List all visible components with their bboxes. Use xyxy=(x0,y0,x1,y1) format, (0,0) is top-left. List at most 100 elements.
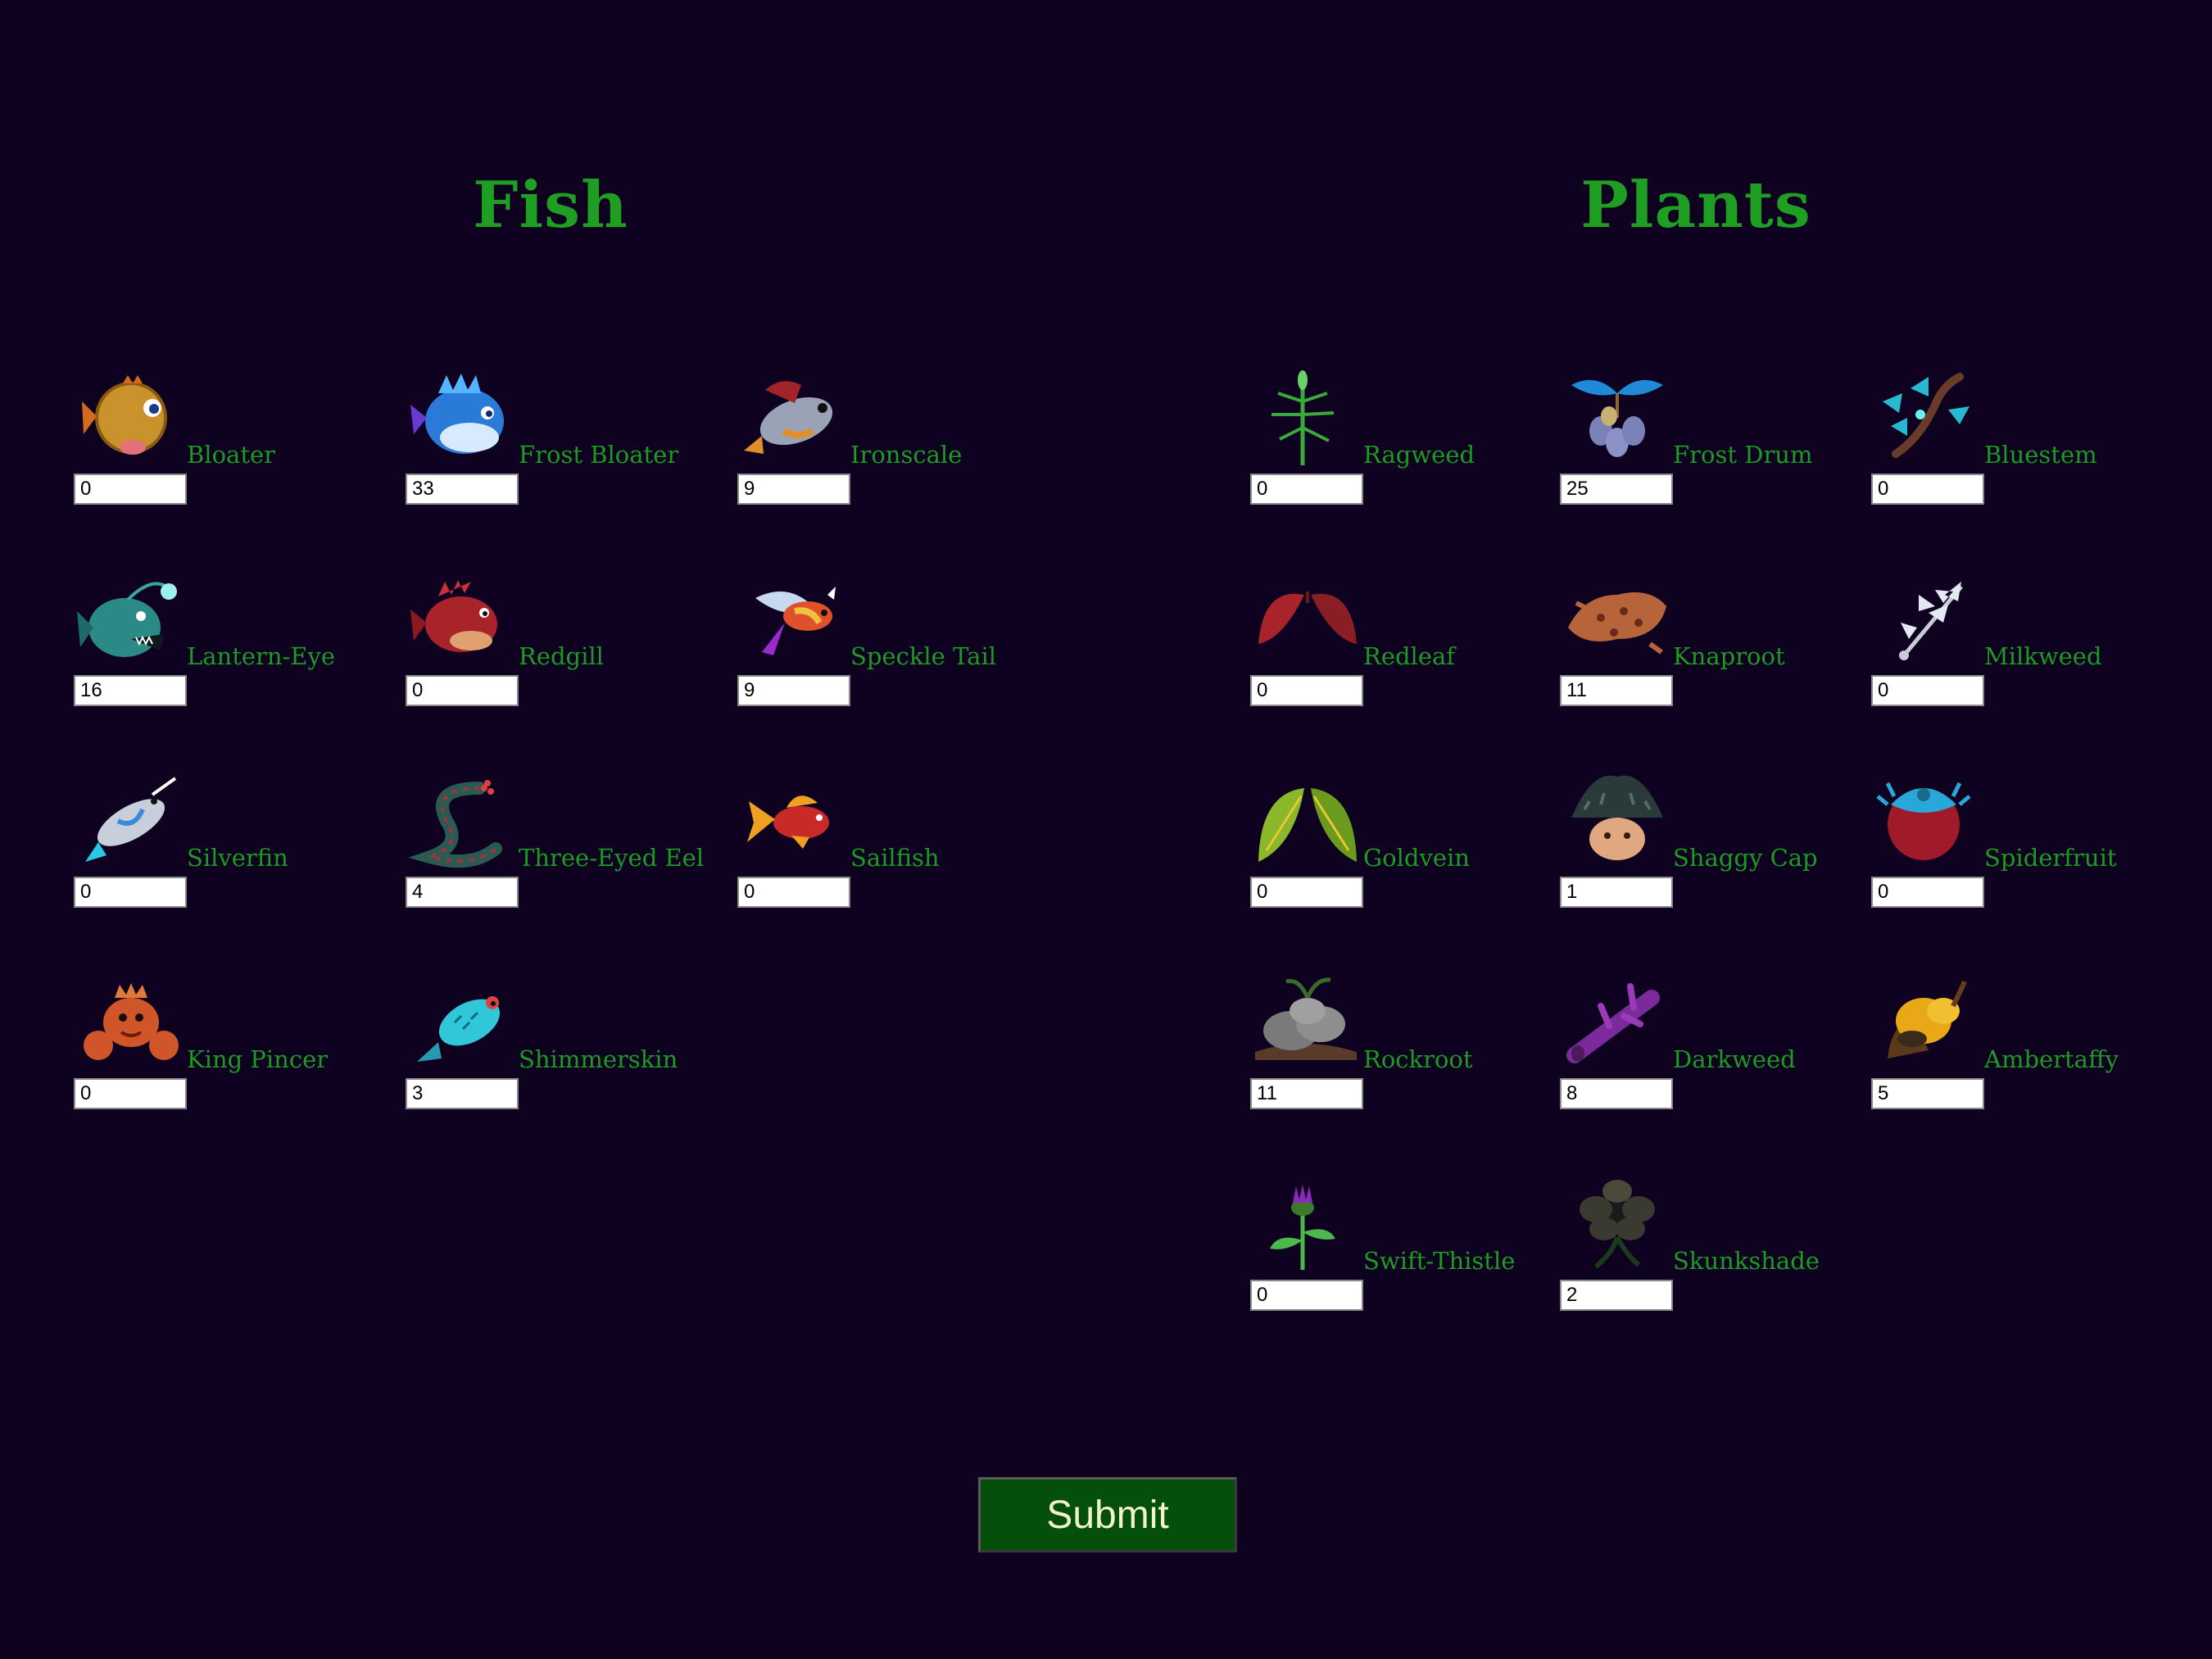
plant-label: Redleaf xyxy=(1363,642,1456,670)
plant-item-knaproot: Knaproot xyxy=(1560,570,1879,734)
fish-label: Sailfish xyxy=(850,844,940,872)
plant-quantity-input[interactable] xyxy=(1250,1280,1363,1311)
fish-quantity-input[interactable] xyxy=(406,675,519,706)
rockroot-icon xyxy=(1250,973,1365,1072)
fish-label: Speckle Tail xyxy=(850,642,996,670)
silverfin-icon xyxy=(74,772,188,870)
fish-quantity-input[interactable] xyxy=(406,1078,519,1109)
frost-bloater-icon xyxy=(406,369,520,467)
plant-quantity-input[interactable] xyxy=(1250,877,1363,908)
fish-item-frost-bloater: Frost Bloater xyxy=(406,369,725,533)
plant-label: Rockroot xyxy=(1363,1045,1473,1073)
fish-label: Redgill xyxy=(519,642,604,670)
submit-button[interactable]: Submit xyxy=(978,1477,1237,1552)
fish-quantity-input[interactable] xyxy=(74,474,187,505)
fish-quantity-input[interactable] xyxy=(74,877,187,908)
fish-item-lantern-eye: Lantern-Eye xyxy=(74,570,393,734)
fish-section-title: Fish xyxy=(473,168,628,243)
fish-quantity-input[interactable] xyxy=(74,1078,187,1109)
bluestem-icon xyxy=(1871,369,1986,467)
redleaf-icon xyxy=(1250,570,1365,669)
lantern-eye-icon xyxy=(74,570,188,669)
sailfish-icon xyxy=(737,772,852,870)
fish-item-speckle-tail: Speckle Tail xyxy=(737,570,1057,734)
plant-quantity-input[interactable] xyxy=(1871,877,1984,908)
plant-item-milkweed: Milkweed xyxy=(1871,570,2191,734)
speckle-tail-icon xyxy=(737,570,852,669)
plant-item-skunkshade: Skunkshade xyxy=(1560,1175,1879,1339)
three-eyed-eel-icon xyxy=(406,772,520,870)
plants-section-title: Plants xyxy=(1580,168,1811,243)
plant-label: Milkweed xyxy=(1984,642,2102,670)
plant-quantity-input[interactable] xyxy=(1871,474,1984,505)
plant-item-ambertaffy: Ambertaffy xyxy=(1871,973,2191,1137)
fish-label: Lantern-Eye xyxy=(187,642,336,670)
plant-quantity-input[interactable] xyxy=(1250,1078,1363,1109)
plant-quantity-input[interactable] xyxy=(1871,1078,1984,1109)
plant-item-darkweed: Darkweed xyxy=(1560,973,1879,1137)
fish-label: Shimmerskin xyxy=(519,1045,678,1073)
fish-item-ironscale: Ironscale xyxy=(737,369,1057,533)
plant-label: Shaggy Cap xyxy=(1673,844,1818,872)
plant-quantity-input[interactable] xyxy=(1250,675,1363,706)
bloater-icon xyxy=(74,369,188,467)
goldvein-icon xyxy=(1250,772,1365,870)
fish-item-three-eyed-eel: Three-Eyed Eel xyxy=(406,772,725,936)
plant-quantity-input[interactable] xyxy=(1250,474,1363,505)
plant-item-ragweed: Ragweed xyxy=(1250,369,1570,533)
plant-label: Skunkshade xyxy=(1673,1247,1820,1275)
plant-item-redleaf: Redleaf xyxy=(1250,570,1570,734)
plant-label: Ambertaffy xyxy=(1984,1045,2119,1073)
plant-item-shaggy-cap: Shaggy Cap xyxy=(1560,772,1879,936)
plant-quantity-input[interactable] xyxy=(1560,474,1673,505)
plant-label: Frost Drum xyxy=(1673,441,1813,469)
plant-label: Knaproot xyxy=(1673,642,1785,670)
fish-item-king-pincer: King Pincer xyxy=(74,973,393,1137)
redgill-icon xyxy=(406,570,520,669)
fish-quantity-input[interactable] xyxy=(74,675,187,706)
plant-item-goldvein: Goldvein xyxy=(1250,772,1570,936)
plant-item-rockroot: Rockroot xyxy=(1250,973,1570,1137)
fish-label: Bloater xyxy=(187,441,276,469)
plant-label: Ragweed xyxy=(1363,441,1475,469)
plant-quantity-input[interactable] xyxy=(1560,675,1673,706)
fish-label: Three-Eyed Eel xyxy=(519,844,705,872)
plant-item-bluestem: Bluestem xyxy=(1871,369,2191,533)
milkweed-icon xyxy=(1871,570,1986,669)
fish-item-bloater: Bloater xyxy=(74,369,393,533)
plant-item-frost-drum: Frost Drum xyxy=(1560,369,1879,533)
plant-label: Goldvein xyxy=(1363,844,1470,872)
fish-item-shimmerskin: Shimmerskin xyxy=(406,973,725,1137)
plant-label: Bluestem xyxy=(1984,441,2097,469)
ragweed-icon xyxy=(1250,369,1365,467)
fish-quantity-input[interactable] xyxy=(406,877,519,908)
spiderfruit-icon xyxy=(1871,772,1986,870)
fish-label: Silverfin xyxy=(187,844,288,872)
plant-quantity-input[interactable] xyxy=(1560,1280,1673,1311)
knaproot-icon xyxy=(1560,570,1675,669)
swift-thistle-icon xyxy=(1250,1175,1365,1273)
fish-quantity-input[interactable] xyxy=(406,474,519,505)
frost-drum-icon xyxy=(1560,369,1675,467)
plant-item-spiderfruit: Spiderfruit xyxy=(1871,772,2191,936)
fish-label: Frost Bloater xyxy=(519,441,679,469)
fish-label: Ironscale xyxy=(850,441,963,469)
plant-label: Darkweed xyxy=(1673,1045,1796,1073)
plant-quantity-input[interactable] xyxy=(1560,1078,1673,1109)
shimmerskin-icon xyxy=(406,973,520,1072)
plant-label: Spiderfruit xyxy=(1984,844,2117,872)
king-pincer-icon xyxy=(74,973,188,1072)
fish-quantity-input[interactable] xyxy=(737,877,850,908)
darkweed-icon xyxy=(1560,973,1675,1072)
fish-item-redgill: Redgill xyxy=(406,570,725,734)
plant-quantity-input[interactable] xyxy=(1560,877,1673,908)
plant-label: Swift-Thistle xyxy=(1363,1247,1516,1275)
fish-quantity-input[interactable] xyxy=(737,675,850,706)
ambertaffy-icon xyxy=(1871,973,1986,1072)
ironscale-icon xyxy=(737,369,852,467)
fish-label: King Pincer xyxy=(187,1045,329,1073)
plant-item-swift-thistle: Swift-Thistle xyxy=(1250,1175,1570,1339)
plant-quantity-input[interactable] xyxy=(1871,675,1984,706)
skunkshade-icon xyxy=(1560,1175,1675,1273)
fish-quantity-input[interactable] xyxy=(737,474,850,505)
